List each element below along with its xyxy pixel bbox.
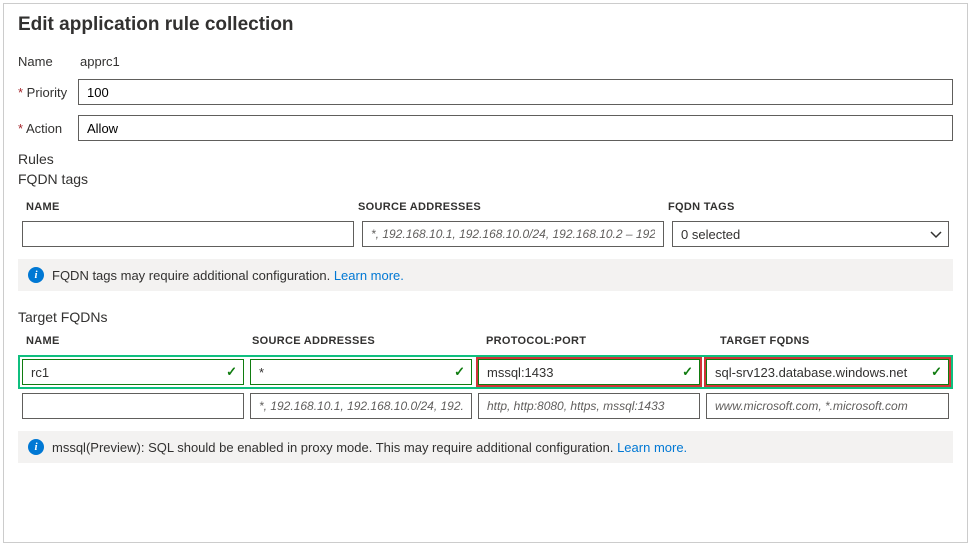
target-fqdns-label: Target FQDNs xyxy=(18,309,953,325)
learn-more-link[interactable]: Learn more. xyxy=(617,440,687,455)
fqdn-tags-select[interactable]: 0 selected xyxy=(672,221,949,247)
new-rule-target-input[interactable] xyxy=(706,393,949,419)
rule-source-input[interactable]: * ✓ xyxy=(250,359,472,385)
rule-name-input[interactable]: rc1 ✓ xyxy=(22,359,244,385)
col-name: NAME xyxy=(18,335,252,347)
info-icon: i xyxy=(28,439,44,455)
check-icon: ✓ xyxy=(931,364,942,380)
mssql-info-text: mssql(Preview): SQL should be enabled in… xyxy=(52,440,687,455)
col-name: NAME xyxy=(18,201,358,213)
target-fqdns-header: NAME SOURCE ADDRESSES PROTOCOL:PORT TARG… xyxy=(18,329,953,355)
new-rule-name-input[interactable] xyxy=(22,393,244,419)
col-source-addresses: SOURCE ADDRESSES xyxy=(252,335,486,347)
fqdn-tags-info-text: FQDN tags may require additional configu… xyxy=(52,268,404,283)
target-fqdns-table: NAME SOURCE ADDRESSES PROTOCOL:PORT TARG… xyxy=(18,329,953,419)
action-row: Action xyxy=(18,115,953,141)
fqdn-tags-info: i FQDN tags may require additional confi… xyxy=(18,259,953,291)
priority-input[interactable] xyxy=(78,79,953,105)
col-protocol-port: PROTOCOL:PORT xyxy=(486,335,720,347)
name-value: apprc1 xyxy=(78,54,120,69)
rules-label: Rules xyxy=(18,151,953,167)
fqdn-source-input[interactable] xyxy=(362,221,664,247)
col-fqdn-tags: FQDN TAGS xyxy=(668,201,953,213)
new-rule-source-input[interactable] xyxy=(250,393,472,419)
check-icon: ✓ xyxy=(682,364,693,380)
name-row: Name apprc1 xyxy=(18,54,953,69)
fqdn-tags-table: NAME SOURCE ADDRESSES FQDN TAGS 0 select… xyxy=(18,195,953,247)
check-icon: ✓ xyxy=(226,364,237,380)
col-target-fqdns: TARGET FQDNS xyxy=(720,335,953,347)
target-fqdn-row-1: rc1 ✓ * ✓ mssql:1433 ✓ sql-srv123.databa… xyxy=(18,355,953,389)
new-rule-protocol-input[interactable] xyxy=(478,393,700,419)
check-icon: ✓ xyxy=(454,364,465,380)
chevron-down-icon xyxy=(930,229,940,239)
action-label: Action xyxy=(18,121,78,136)
name-label: Name xyxy=(18,54,78,69)
fqdn-tags-row: 0 selected xyxy=(18,221,953,247)
action-input[interactable] xyxy=(78,115,953,141)
learn-more-link[interactable]: Learn more. xyxy=(334,268,404,283)
fqdn-tags-header: NAME SOURCE ADDRESSES FQDN TAGS xyxy=(18,195,953,221)
rule-target-input[interactable]: sql-srv123.database.windows.net ✓ xyxy=(706,359,949,385)
fqdn-name-input[interactable] xyxy=(22,221,354,247)
fqdn-tags-label: FQDN tags xyxy=(18,171,953,187)
info-icon: i xyxy=(28,267,44,283)
col-source-addresses: SOURCE ADDRESSES xyxy=(358,201,668,213)
target-fqdn-row-new xyxy=(18,393,953,419)
edit-rule-collection-panel: Edit application rule collection Name ap… xyxy=(3,3,968,543)
mssql-info: i mssql(Preview): SQL should be enabled … xyxy=(18,431,953,463)
fqdn-tags-select-value: 0 selected xyxy=(681,227,740,242)
rule-protocol-input[interactable]: mssql:1433 ✓ xyxy=(478,359,700,385)
page-title: Edit application rule collection xyxy=(18,14,953,36)
priority-row: Priority xyxy=(18,79,953,105)
priority-label: Priority xyxy=(18,85,78,100)
